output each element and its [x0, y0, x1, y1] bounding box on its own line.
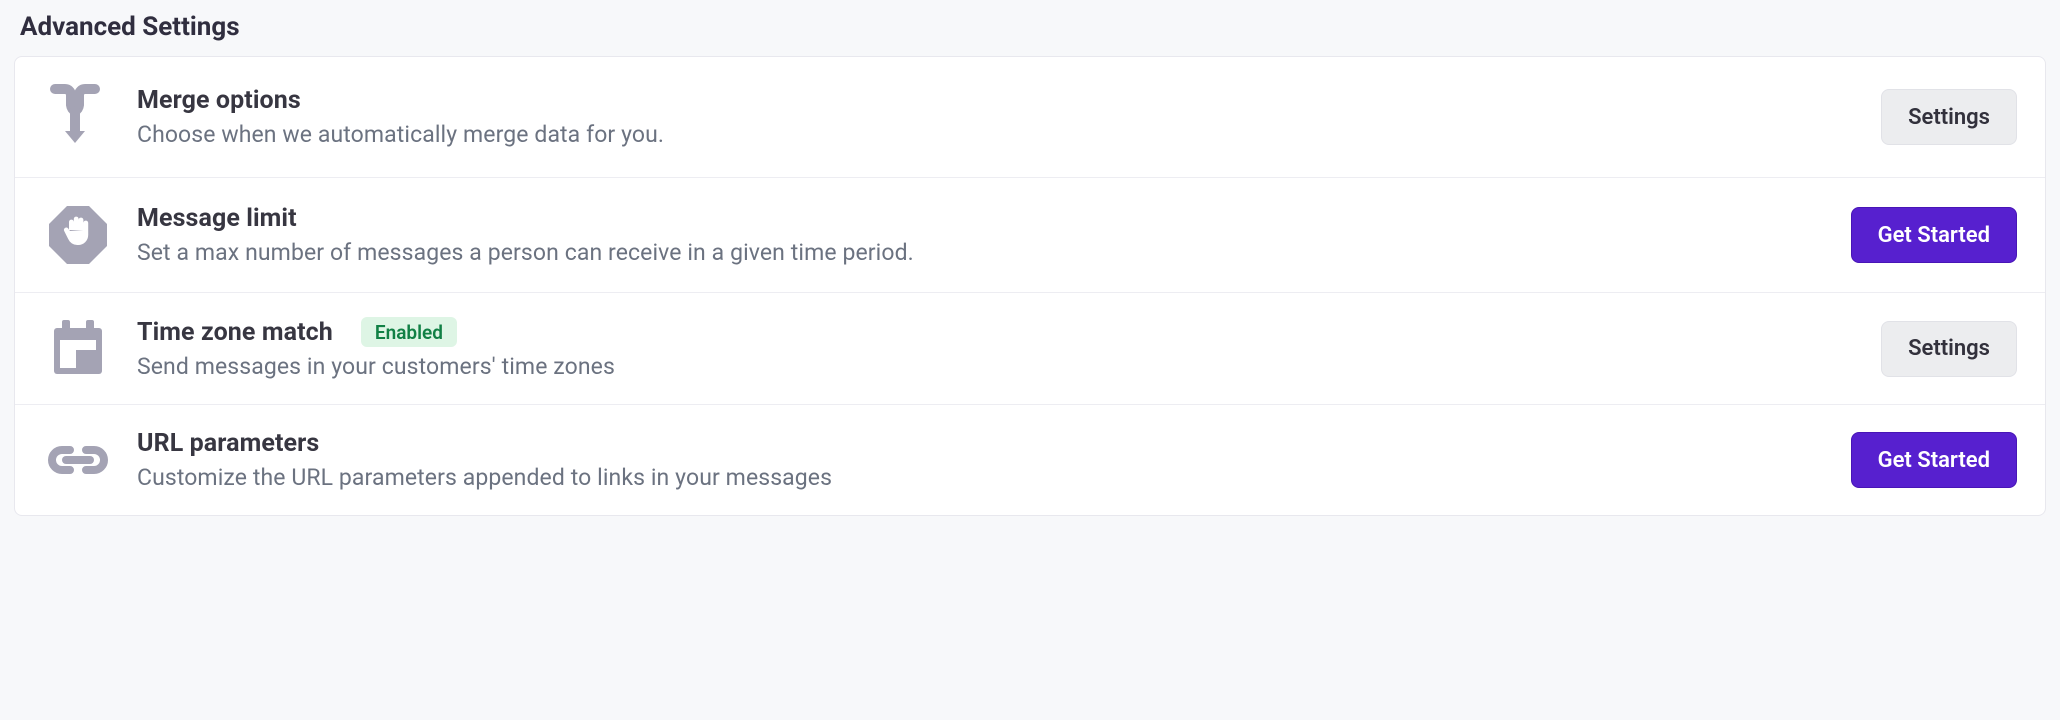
advanced-settings-panel: Merge options Choose when we automatical…: [14, 56, 2046, 516]
item-desc: Customize the URL parameters appended to…: [137, 464, 1827, 491]
item-desc: Choose when we automatically merge data …: [137, 121, 1857, 148]
section-title: Advanced Settings: [14, 6, 2046, 56]
item-title: Merge options: [137, 86, 301, 115]
row-time-zone-match: Time zone match Enabled Send messages in…: [15, 293, 2045, 405]
row-message-limit: Message limit Set a max number of messag…: [15, 178, 2045, 293]
merge-icon: [43, 81, 113, 153]
get-started-button[interactable]: Get Started: [1851, 207, 2017, 263]
enabled-badge: Enabled: [361, 317, 457, 347]
row-url-parameters: URL parameters Customize the URL paramet…: [15, 405, 2045, 515]
calendar-icon: [43, 320, 113, 378]
settings-button[interactable]: Settings: [1881, 89, 2017, 145]
get-started-button[interactable]: Get Started: [1851, 432, 2017, 488]
row-text: Message limit Set a max number of messag…: [137, 204, 1827, 266]
hand-stop-icon: [43, 202, 113, 268]
item-desc: Set a max number of messages a person ca…: [137, 239, 1827, 266]
advanced-settings-page: Advanced Settings Merge options Choose w…: [0, 0, 2060, 530]
item-title: Time zone match: [137, 318, 333, 347]
settings-button[interactable]: Settings: [1881, 321, 2017, 377]
item-desc: Send messages in your customers' time zo…: [137, 353, 1857, 380]
link-icon: [43, 441, 113, 479]
row-text: URL parameters Customize the URL paramet…: [137, 429, 1827, 491]
row-text: Merge options Choose when we automatical…: [137, 86, 1857, 148]
row-merge-options: Merge options Choose when we automatical…: [15, 57, 2045, 178]
item-title: URL parameters: [137, 429, 319, 458]
row-text: Time zone match Enabled Send messages in…: [137, 317, 1857, 380]
item-title: Message limit: [137, 204, 297, 233]
